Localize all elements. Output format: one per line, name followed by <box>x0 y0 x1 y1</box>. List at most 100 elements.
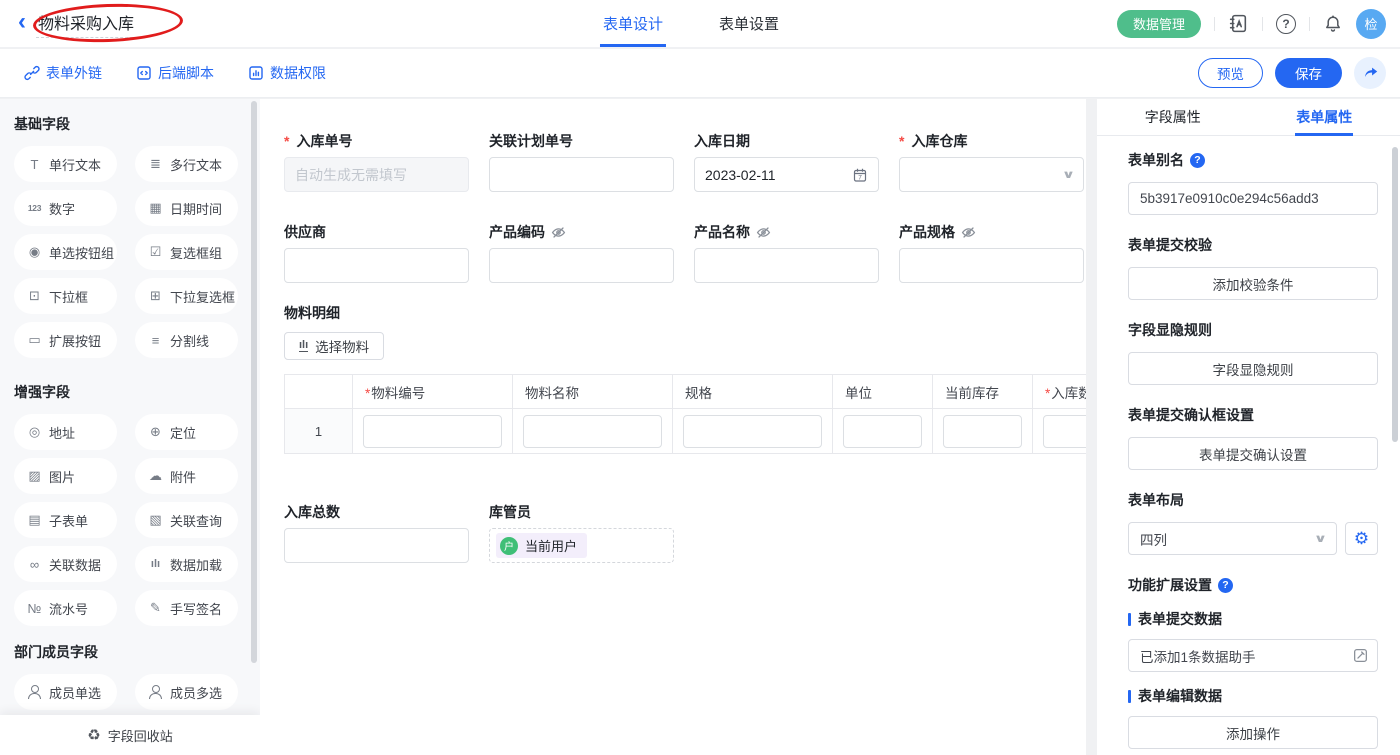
sidebar-item-radio-group[interactable]: ◉单选按钮组 <box>14 234 117 270</box>
unit-input[interactable] <box>843 415 922 448</box>
data-permission-button[interactable]: 数据权限 <box>248 63 326 83</box>
properties-panel: 字段属性 表单属性 表单别名 ? 5b3917e0910c0e294c56add… <box>1097 99 1400 755</box>
multi-line-text-icon: ≣ <box>146 156 165 172</box>
sidebar-scrollbar[interactable] <box>251 101 257 663</box>
tab-field-properties[interactable]: 字段属性 <box>1097 99 1249 135</box>
plan-no-input[interactable] <box>489 157 674 192</box>
sidebar-item-member-single[interactable]: 成员单选 <box>14 674 117 710</box>
field-label: 入库仓库 <box>899 131 1084 151</box>
sidebar-item-attachment[interactable]: ☁附件 <box>135 458 238 494</box>
form-title[interactable]: 物料采购入库 <box>36 10 138 38</box>
permission-icon <box>248 65 264 81</box>
product-code-input[interactable] <box>489 248 674 283</box>
backend-script-button[interactable]: 后端脚本 <box>136 63 214 83</box>
keeper-member-field[interactable]: 户 当前用户 <box>489 528 674 563</box>
sidebar-item-single-line-text[interactable]: T单行文本 <box>14 146 117 182</box>
sidebar-item-checkbox-group[interactable]: ☑复选框组 <box>135 234 238 270</box>
sidebar-item-multi-line-text[interactable]: ≣多行文本 <box>135 146 238 182</box>
current-user-chip[interactable]: 户 当前用户 <box>496 533 587 558</box>
spec-input[interactable] <box>683 415 822 448</box>
panel-scrollbar[interactable] <box>1392 147 1398 442</box>
product-name-input[interactable] <box>694 248 879 283</box>
field-recycle-bin[interactable]: ♻ 字段回收站 <box>0 715 260 755</box>
inbound-qty-input[interactable] <box>1043 415 1086 448</box>
form-alias-input[interactable]: 5b3917e0910c0e294c56add3 <box>1128 182 1378 215</box>
material-name-input[interactable] <box>523 415 662 448</box>
form-layout-label: 表单布局 <box>1128 490 1378 510</box>
layout-select[interactable]: 四列 ∨ <box>1128 522 1337 555</box>
sidebar-item-divider[interactable]: ≡分割线 <box>135 322 238 358</box>
tab-form-settings[interactable]: 表单设置 <box>716 0 782 47</box>
preview-button[interactable]: 预览 <box>1198 58 1263 88</box>
sidebar-item-number[interactable]: 123数字 <box>14 190 117 226</box>
add-validation-button[interactable]: 添加校验条件 <box>1128 267 1378 300</box>
sidebar-item-signature[interactable]: ✎手写签名 <box>135 590 238 626</box>
inbound-date-input[interactable]: 2023-02-11 7 <box>694 157 879 192</box>
back-button[interactable]: ‹ <box>18 10 26 34</box>
material-code-input[interactable] <box>363 415 502 448</box>
sidebar-item-datetime[interactable]: ▦日期时间 <box>135 190 238 226</box>
linked-data-icon: ∞ <box>25 557 44 572</box>
avatar[interactable]: 检 <box>1356 9 1386 39</box>
inbound-no-input[interactable]: 自动生成无需填写 <box>284 157 469 192</box>
field-product-name: 产品名称 <box>694 222 879 283</box>
data-manage-button[interactable]: 数据管理 <box>1117 10 1201 38</box>
form-toolbar: 表单外链 后端脚本 数据权限 预览 保存 <box>0 49 1400 98</box>
column-header: 物料名称 <box>513 375 673 409</box>
gear-icon: ⚙ <box>1354 529 1369 549</box>
sidebar-item-member-multi[interactable]: 成员多选 <box>135 674 238 710</box>
share-button[interactable] <box>1354 57 1386 89</box>
sidebar-item-multi-dropdown[interactable]: ⊞下拉复选框 <box>135 278 238 314</box>
add-operation-button[interactable]: 添加操作 <box>1128 716 1378 749</box>
tab-form-properties[interactable]: 表单属性 <box>1249 99 1400 135</box>
field-visibility-button[interactable]: 字段显隐规则 <box>1128 352 1378 385</box>
chevron-down-icon: ∨ <box>1062 168 1075 181</box>
external-link-button[interactable]: 表单外链 <box>24 63 102 83</box>
chevron-down-icon: ∨ <box>1314 532 1327 545</box>
edit-icon[interactable] <box>1352 647 1369 664</box>
submit-confirm-button[interactable]: 表单提交确认设置 <box>1128 437 1378 470</box>
recycle-icon: ♻ <box>87 726 100 744</box>
help-icon[interactable]: ? <box>1218 578 1233 593</box>
eye-off-icon <box>961 225 976 240</box>
location-pin-icon: ◎ <box>25 424 44 440</box>
field-product-code: 产品编码 <box>489 222 674 283</box>
svg-text:7: 7 <box>858 174 862 181</box>
contacts-icon[interactable] <box>1228 13 1249 34</box>
help-icon[interactable]: ? <box>1190 153 1205 168</box>
sidebar-item-serial-number[interactable]: №流水号 <box>14 590 117 626</box>
cloud-upload-icon: ☁ <box>146 468 165 484</box>
inbound-total-input[interactable] <box>284 528 469 563</box>
submit-data-label: 表单提交数据 <box>1128 609 1378 629</box>
supplier-input[interactable] <box>284 248 469 283</box>
sidebar-item-extend-button[interactable]: ▭扩展按钮 <box>14 322 117 358</box>
help-icon[interactable]: ? <box>1276 14 1296 34</box>
sidebar-item-linked-data[interactable]: ∞关联数据 <box>14 546 117 582</box>
radio-icon: ◉ <box>25 244 44 260</box>
layout-settings-button[interactable]: ⚙ <box>1345 522 1378 555</box>
select-material-button[interactable]: ılı 选择物料 <box>284 332 384 360</box>
product-spec-input[interactable] <box>899 248 1084 283</box>
current-stock-input[interactable] <box>943 415 1022 448</box>
sidebar-item-linked-query[interactable]: ▧关联查询 <box>135 502 238 538</box>
sidebar-item-location[interactable]: ⊕定位 <box>135 414 238 450</box>
subform-data-row: 1 <box>285 409 1087 454</box>
field-plan-no: 关联计划单号 <box>489 131 674 192</box>
bell-icon[interactable] <box>1323 14 1343 34</box>
submit-confirm-label: 表单提交确认框设置 <box>1128 405 1378 425</box>
save-button[interactable]: 保存 <box>1275 58 1342 88</box>
sidebar-item-image[interactable]: ▨图片 <box>14 458 117 494</box>
tab-form-design[interactable]: 表单设计 <box>600 0 666 47</box>
field-warehouse: 入库仓库 ∨ <box>899 131 1084 192</box>
number-icon: 123 <box>25 203 44 213</box>
sidebar-item-data-load[interactable]: ılı数据加载 <box>135 546 238 582</box>
submit-data-box[interactable]: 已添加1条数据助手 <box>1128 639 1378 672</box>
extension-settings-label: 功能扩展设置 ? <box>1128 575 1378 595</box>
sidebar-item-dropdown[interactable]: ⊡下拉框 <box>14 278 117 314</box>
sidebar-item-address[interactable]: ◎地址 <box>14 414 117 450</box>
divider <box>1214 17 1215 31</box>
person-icon <box>27 685 42 699</box>
bar-chart-icon: ılı <box>146 558 165 570</box>
warehouse-select[interactable]: ∨ <box>899 157 1084 192</box>
sidebar-item-subform[interactable]: ▤子表单 <box>14 502 117 538</box>
